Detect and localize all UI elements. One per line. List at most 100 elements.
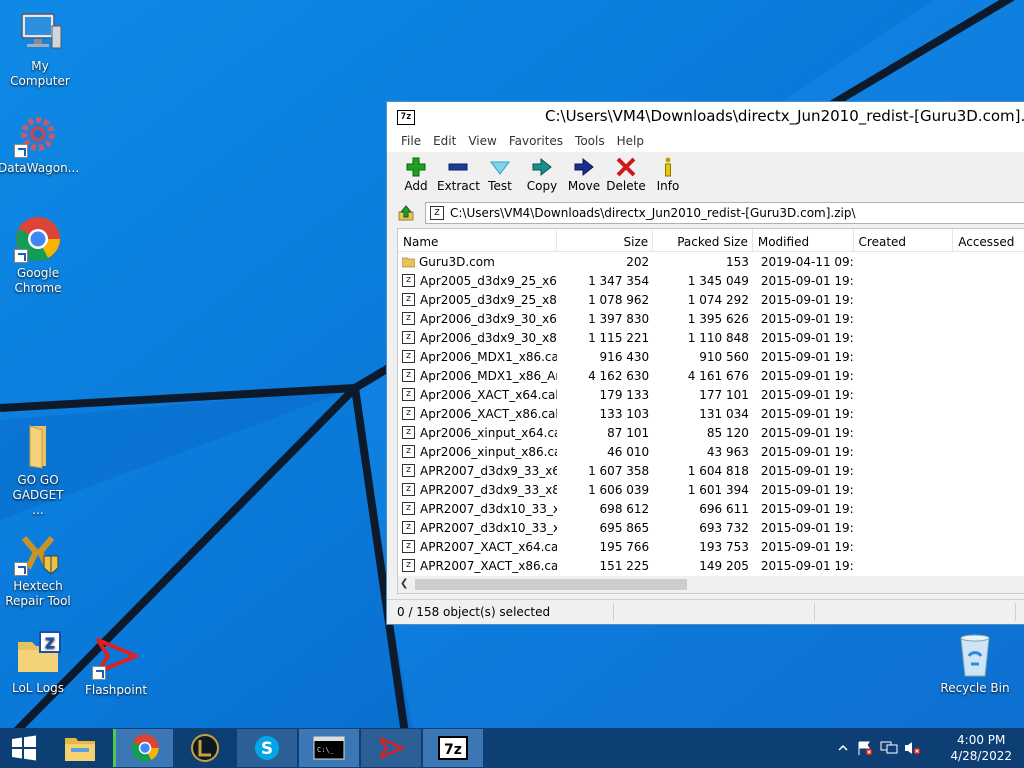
file-packed-size: 696 611 xyxy=(699,501,749,516)
file-row[interactable]: Z Apr2005_d3dx9_25_x64.c... 1 347 354 1 345… xyxy=(398,271,1024,290)
menu-tools[interactable]: Tools xyxy=(569,134,611,148)
file-row[interactable]: Guru3D.com 202 153 2019-04-11 09:56 xyxy=(398,252,1024,271)
file-size: 695 865 xyxy=(599,520,650,535)
file-row[interactable]: Z Apr2005_d3dx9_25_x86.c... 1 078 962 1 074… xyxy=(398,290,1024,309)
desktop-icon-recycle-bin[interactable]: Recycle Bin xyxy=(935,630,1015,696)
file-row[interactable]: Z APR2007_XACT_x64.cab 195 766 193 753 2015-… xyxy=(398,537,1024,556)
file-size: 1 606 039 xyxy=(588,482,650,497)
column-header-accessed[interactable]: Accessed xyxy=(953,229,1024,251)
move-button[interactable]: Move xyxy=(563,152,605,200)
minus-icon xyxy=(448,163,468,171)
column-header-name[interactable]: Name xyxy=(398,229,558,251)
taskbar-command-prompt[interactable]: C:\_ xyxy=(299,729,359,767)
taskbar-flashpoint[interactable] xyxy=(361,729,421,767)
scroll-left-icon[interactable]: ❮ xyxy=(400,578,408,589)
show-hidden-icons-chevron-icon[interactable] xyxy=(838,744,848,752)
column-header-packed-size[interactable]: Packed Size xyxy=(653,229,753,251)
file-list-header: Name Size Packed Size Modified Created A… xyxy=(398,229,1024,252)
action-center-flag-icon[interactable] xyxy=(856,740,874,756)
clock[interactable]: 4:00 PM 4/28/2022 xyxy=(950,732,1012,764)
taskbar-google-chrome[interactable] xyxy=(113,729,173,767)
file-packed-size: 153 xyxy=(725,254,749,269)
file-row[interactable]: Z Apr2006_xinput_x64.cab 87 101 85 120 2015-… xyxy=(398,423,1024,442)
file-row[interactable]: Z Apr2006_xinput_x86.cab 46 010 43 963 2015-… xyxy=(398,442,1024,461)
file-packed-size: 693 732 xyxy=(699,520,749,535)
archive-file-icon: Z xyxy=(402,464,415,477)
menu-file[interactable]: File xyxy=(395,134,427,148)
file-row[interactable]: Z Apr2006_XACT_x86.cab 133 103 131 034 2015-… xyxy=(398,404,1024,423)
start-button[interactable] xyxy=(0,729,48,767)
file-size: 698 612 xyxy=(599,501,650,516)
file-row[interactable]: Z Apr2006_MDX1_x86.cab 916 430 910 560 2015-… xyxy=(398,347,1024,366)
menu-edit[interactable]: Edit xyxy=(427,134,462,148)
file-name: Apr2006_MDX1_x86_Arc... xyxy=(420,368,557,383)
delete-label: Delete xyxy=(606,179,646,193)
file-packed-size: 43 963 xyxy=(706,444,749,459)
archive-file-icon: Z xyxy=(402,502,415,515)
test-button[interactable]: Test xyxy=(479,152,521,200)
file-name-cell: Z Apr2006_XACT_x64.cab xyxy=(398,388,557,402)
column-header-modified[interactable]: Modified xyxy=(753,229,854,251)
network-icon[interactable] xyxy=(880,740,898,756)
file-row[interactable]: Z APR2007_XACT_x86.cab 151 225 149 205 2015-… xyxy=(398,556,1024,575)
desktop-icon-label: DataWagon... xyxy=(0,161,80,175)
desktop-icon-go-go-gadget[interactable]: GO GO GADGET ... xyxy=(0,422,78,518)
file-row[interactable]: Z APR2007_d3dx10_33_x86... 695 865 693 732 2… xyxy=(398,518,1024,537)
title-bar[interactable]: 7z C:\Users\VM4\Downloads\directx_Jun201… xyxy=(387,102,1024,130)
file-row[interactable]: Z APR2007_d3dx9_33_x64.... 1 607 358 1 604 … xyxy=(398,461,1024,480)
file-row[interactable]: Z APR2007_d3dx9_33_x86.... 1 606 039 1 601 … xyxy=(398,480,1024,499)
column-header-size[interactable]: Size xyxy=(557,229,654,251)
file-modified: 2015-09-01 19:28 xyxy=(760,387,854,402)
skype-icon: S xyxy=(255,736,279,760)
file-modified: 2015-09-01 19:28 xyxy=(760,482,854,497)
file-modified: 2015-09-01 19:27 xyxy=(760,520,854,535)
shortcut-arrow-icon xyxy=(14,249,28,263)
desktop-icon-datawagon[interactable]: DataWagon... xyxy=(0,110,80,176)
clock-time: 4:00 PM xyxy=(957,733,1006,747)
taskbar-7zip[interactable]: 7z xyxy=(423,729,483,767)
delete-x-icon xyxy=(616,157,636,177)
file-row[interactable]: Z APR2007_d3dx10_33_x64... 698 612 696 611 2… xyxy=(398,499,1024,518)
desktop-icon-lol-logs[interactable]: Z LoL Logs xyxy=(0,630,78,696)
file-size: 4 162 630 xyxy=(588,368,650,383)
file-name-cell: Z APR2007_d3dx9_33_x86.... xyxy=(398,483,557,497)
file-name-cell: Z APR2007_d3dx10_33_x86... xyxy=(398,521,557,535)
desktop-icon-google-chrome[interactable]: Google Chrome xyxy=(0,215,78,296)
column-header-created[interactable]: Created xyxy=(854,229,954,251)
taskbar-file-explorer[interactable] xyxy=(50,729,110,767)
file-list[interactable]: Name Size Packed Size Modified Created A… xyxy=(397,228,1024,594)
taskbar-skype[interactable]: S xyxy=(237,729,297,767)
file-row[interactable]: Z Apr2006_d3dx9_30_x64.c... 1 397 830 1 395… xyxy=(398,309,1024,328)
folder-up-icon[interactable] xyxy=(397,204,415,222)
taskbar-league-of-legends[interactable] xyxy=(175,729,235,767)
7zip-file-manager-window[interactable]: 7z C:\Users\VM4\Downloads\directx_Jun201… xyxy=(386,101,1024,625)
copy-button[interactable]: Copy xyxy=(521,152,563,200)
file-row[interactable]: Z Apr2006_XACT_x64.cab 179 133 177 101 2015-… xyxy=(398,385,1024,404)
file-row[interactable]: Z Apr2006_d3dx9_30_x86.c... 1 115 221 1 110… xyxy=(398,328,1024,347)
file-name: APR2007_d3dx9_33_x86.... xyxy=(420,482,557,497)
file-row[interactable]: Z Apr2006_MDX1_x86_Arc... 4 162 630 4 161 6… xyxy=(398,366,1024,385)
desktop-icon-label: My Computer xyxy=(10,59,70,88)
volume-muted-icon[interactable] xyxy=(904,740,922,756)
menu-favorites[interactable]: Favorites xyxy=(503,134,569,148)
add-button[interactable]: Add xyxy=(395,152,437,200)
file-modified: 2015-09-01 19:27 xyxy=(760,444,854,459)
extract-button[interactable]: Extract xyxy=(437,152,480,200)
file-modified: 2015-09-01 19:28 xyxy=(760,311,854,326)
menu-help[interactable]: Help xyxy=(611,134,650,148)
file-name: APR2007_d3dx10_33_x86... xyxy=(420,520,557,535)
delete-button[interactable]: Delete xyxy=(605,152,647,200)
file-packed-size: 1 601 394 xyxy=(687,482,749,497)
desktop-icon-flashpoint[interactable]: Flashpoint xyxy=(76,632,156,698)
menu-view[interactable]: View xyxy=(462,134,502,148)
info-button[interactable]: Info xyxy=(647,152,689,200)
horizontal-scrollbar[interactable]: ❮ xyxy=(398,576,1024,593)
file-name-cell: Z Apr2006_XACT_x86.cab xyxy=(398,407,557,421)
desktop-icon-my-computer[interactable]: My Computer xyxy=(0,8,80,89)
path-input[interactable]: Z C:\Users\VM4\Downloads\directx_Jun2010… xyxy=(425,202,1024,224)
zip-folder-icon: Z xyxy=(14,630,62,678)
shortcut-arrow-icon xyxy=(14,562,28,576)
window-title: C:\Users\VM4\Downloads\directx_Jun2010_r… xyxy=(545,107,1024,125)
scrollbar-thumb[interactable] xyxy=(415,579,687,590)
desktop-icon-hextech-repair-tool[interactable]: Hextech Repair Tool xyxy=(0,528,78,609)
